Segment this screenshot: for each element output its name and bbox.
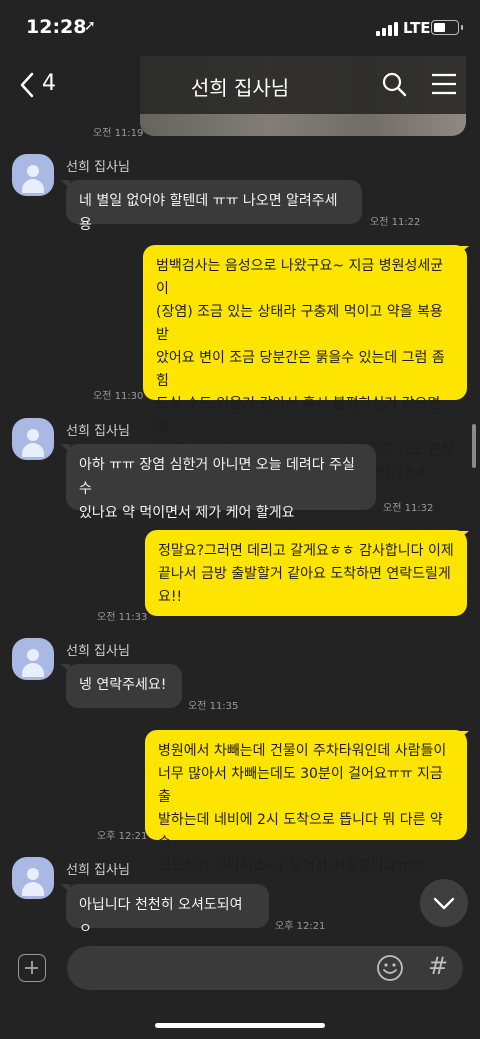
message-time: 오전 11:30 [93, 391, 144, 402]
hash-icon[interactable]: # [428, 952, 448, 980]
message-bubble-out[interactable]: 정말요?그러면 데리고 갈게요ㅎㅎ 감사합니다 이제 끝나서 금방 출발할거 같… [145, 530, 467, 616]
battery-icon [431, 20, 463, 35]
home-indicator[interactable] [155, 1023, 325, 1028]
message-time: 오전 11:33 [97, 612, 148, 623]
message-time: 오전 11:35 [188, 701, 239, 712]
message-bubble-in[interactable]: 넹 연락주세요! [66, 664, 182, 708]
message-bubble-out[interactable]: 병원에서 차빼는데 건물이 주차타워인데 사람들이 너무 많아서 차빼는데도 3… [145, 730, 467, 874]
message-bubble-in[interactable]: 아닙니다 천천히 오셔도되여 ㅇ [66, 884, 269, 937]
sender-name: 선희 집사님 [66, 160, 130, 175]
profile-icon[interactable] [12, 418, 54, 460]
message-bubble-out[interactable]: 범백검사는 음성으로 나왔구요~ 지금 병원성세균이 (장염) 조금 있는 상태… [143, 245, 467, 481]
sender-name: 선희 집사님 [66, 863, 130, 878]
profile-icon[interactable] [12, 154, 54, 196]
plus-icon[interactable] [18, 954, 46, 982]
scroll-to-bottom-button[interactable] [420, 879, 468, 927]
profile-icon[interactable] [12, 857, 54, 899]
message-time: 오후 12:21 [97, 831, 148, 842]
status-bar: 12:28 ➚ LTE [0, 0, 480, 56]
message-time: 오전 11:22 [370, 217, 421, 228]
status-time: 12:28 [26, 16, 87, 38]
message-bubble-in[interactable]: 아하 ㅠㅠ 장염 심한거 아니면 오늘 데려다 주실수 있나요 약 먹이면서 제… [66, 444, 376, 521]
bubble-tail [459, 531, 469, 539]
scrollbar[interactable] [472, 424, 476, 468]
bubble-tail [459, 246, 469, 254]
chevron-down-icon [433, 897, 455, 910]
location-icon: ➚ [84, 18, 96, 34]
bubble-tail [459, 731, 469, 739]
message-bubble-in[interactable]: 네 별일 없어야 할텐데 ㅠㅠ 나오면 알려주세용 [66, 180, 362, 233]
message-time: 오후 12:21 [275, 921, 326, 932]
message-input-bar: # [0, 940, 480, 1039]
message-time: 오전 11:32 [383, 503, 434, 514]
sender-name: 선희 집사님 [66, 644, 130, 659]
network-label: LTE [403, 19, 431, 37]
menu-icon[interactable] [430, 71, 458, 97]
chat-header: 4 선희 집사님 [0, 56, 480, 114]
chat-title: 선희 집사님 [190, 76, 290, 100]
search-icon[interactable] [380, 70, 408, 98]
profile-icon[interactable] [12, 638, 54, 680]
emoji-icon[interactable] [376, 954, 404, 982]
signal-icon [376, 22, 398, 36]
sender-name: 선희 집사님 [66, 424, 130, 439]
message-time: 오전 11:19 [93, 128, 144, 139]
